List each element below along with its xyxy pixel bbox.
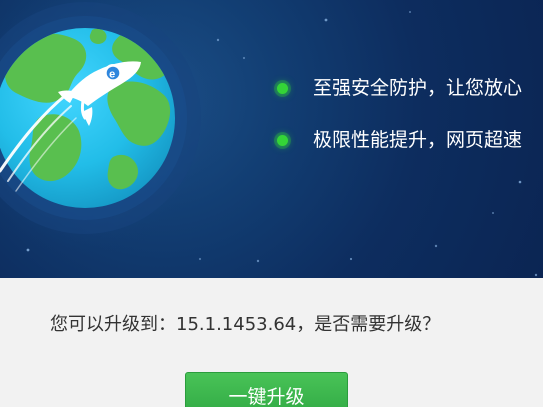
update-prompt: 您可以升级到：15.1.1453.64，是否需要升级？ <box>50 314 441 335</box>
one-click-upgrade-button[interactable]: 一键升级 <box>185 372 348 407</box>
promo-banner: e 至强安全防护，让您放心 极限性能提升，网页超速 <box>0 0 543 278</box>
feature-bullet-icon <box>277 82 288 94</box>
feature-performance-text: 极限性能提升，网页超速 <box>313 129 523 151</box>
feature-security: 至强安全防护，让您放心 <box>277 76 522 100</box>
svg-text:e: e <box>109 68 115 80</box>
update-window: e 至强安全防护，让您放心 极限性能提升，网页超速 您可以升级到：15.1.14… <box>0 0 543 407</box>
feature-performance: 极限性能提升，网页超速 <box>277 128 522 152</box>
feature-bullet-icon <box>277 134 288 146</box>
feature-security-text: 至强安全防护，让您放心 <box>313 77 523 99</box>
